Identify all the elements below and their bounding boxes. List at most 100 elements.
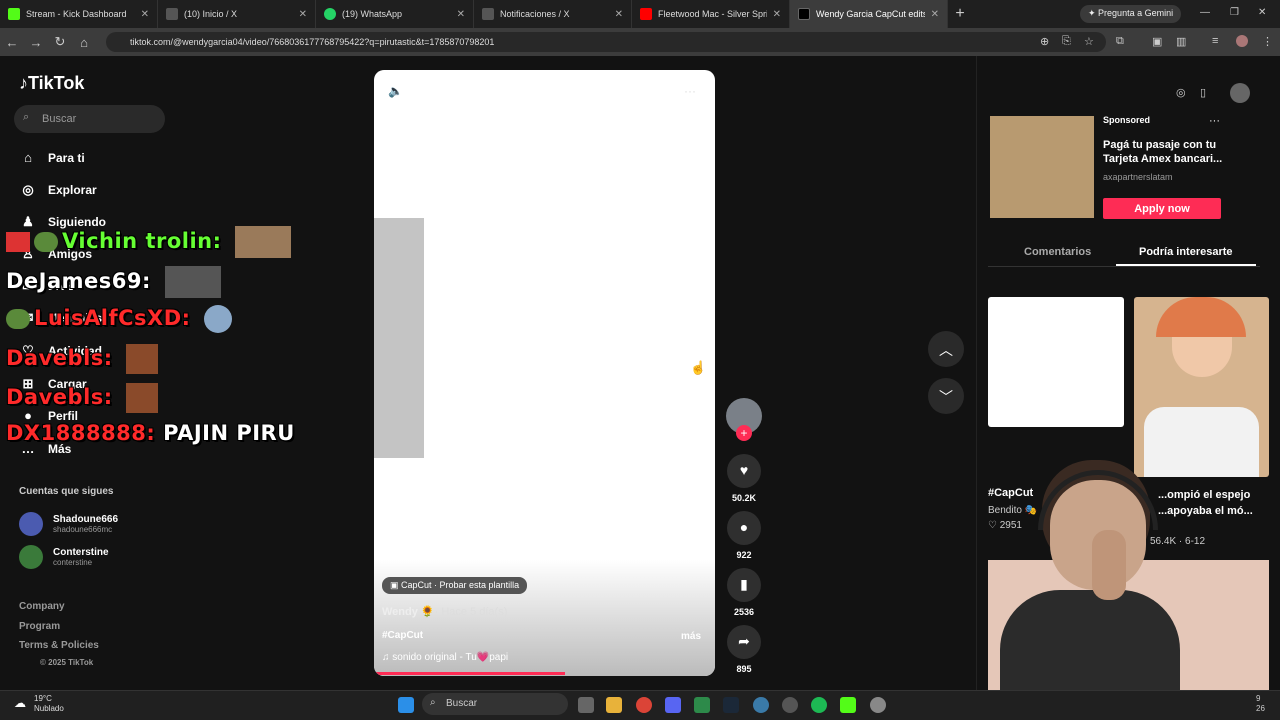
ad-image[interactable] [990,116,1094,218]
install-icon[interactable]: ⎘ [1062,35,1071,48]
share-icon: ➦ [727,625,761,659]
caption-more-link[interactable]: más [681,631,701,642]
video-author[interactable]: Wendy 🌻· Hace 5 día(s) [382,605,507,618]
tabs-divider [988,266,1260,267]
close-icon[interactable]: ✕ [141,9,149,20]
media-icon[interactable]: ≡ [1212,35,1218,47]
cam-shirt [1000,590,1180,690]
close-window-icon[interactable]: ✕ [1258,7,1266,18]
taskbar-clock[interactable]: 9 26 [1256,694,1265,714]
next-video-button[interactable]: ﹀ [928,378,964,414]
more-options-icon[interactable]: ··· [684,84,696,98]
chrome-icon[interactable] [636,697,652,713]
close-icon[interactable]: ✕ [773,9,781,20]
extensions-icon[interactable]: ⧉ [1116,35,1124,48]
sidebar-item-para-ti[interactable]: ⌂ Para ti [19,150,85,165]
share-button[interactable]: ➦ 895 [726,625,762,674]
user-avatar[interactable] [1230,83,1250,103]
taskbar-search[interactable]: ⌕ Buscar [422,693,568,715]
tiktok-logo[interactable]: ♪TikTok [19,73,84,94]
close-icon[interactable]: ✕ [615,9,623,20]
kick-icon [8,8,20,20]
ad-source: axapartnerslatam [1103,172,1173,182]
pepe-badge-icon [34,232,58,252]
tab-x-notificaciones[interactable]: Notificaciones / X ✕ [474,0,632,28]
discord-icon[interactable] [665,697,681,713]
minimize-icon[interactable]: — [1200,7,1210,18]
footer-program[interactable]: Program [19,621,60,632]
reload-icon[interactable]: ↻ [48,34,72,50]
footer-terms[interactable]: Terms & Policies [19,640,99,651]
sparkle-icon: ✦ [1088,8,1099,18]
footer-company[interactable]: Company [19,601,65,612]
close-icon[interactable]: ✕ [299,9,307,20]
steam-icon[interactable] [723,697,739,713]
following-title: Cuentas que sigues [19,486,114,497]
settings-gear-icon[interactable] [870,697,886,713]
video-progress-bar[interactable] [374,672,565,675]
tab-tiktok[interactable]: Wendy Garcia CapCut edits ✕ [790,0,948,28]
tab-comentarios[interactable]: Comentarios [1024,246,1091,258]
avatar [19,512,43,536]
capcut-template-button[interactable]: ▣ CapCut · Probar esta plantilla [382,577,528,594]
search-icon: ⌕ [23,111,30,123]
related-video-thumb[interactable] [988,297,1124,427]
tab-kick[interactable]: Stream - Kick Dashboard ✕ [0,0,158,28]
video-player[interactable]: 🔈 ··· ▣ CapCut · Probar esta plantilla W… [374,70,715,676]
tab-whatsapp[interactable]: (19) WhatsApp ✕ [316,0,474,28]
forward-icon[interactable]: → [24,35,48,50]
maximize-icon[interactable]: ❐ [1230,7,1239,18]
account-conterstine[interactable]: Conterstine conterstine [19,545,109,569]
task-view-icon[interactable] [578,697,594,713]
profile-avatar[interactable] [1236,35,1248,47]
whatsapp-icon [324,8,336,20]
home-icon: ⌂ [24,150,32,165]
tab-podria-interesarte[interactable]: Podría interesarte [1139,246,1233,258]
ad-options-icon[interactable]: ··· [1209,115,1220,127]
cast-icon[interactable]: ▣ [1152,35,1162,48]
sidepanel-icon[interactable]: ▥ [1176,35,1186,48]
compass-icon[interactable]: ◎ [1176,86,1186,99]
youtube-icon [640,8,652,20]
close-icon[interactable]: ✕ [931,9,939,20]
search-icon: ⌕ [430,697,436,708]
previous-video-button[interactable]: ︿ [928,331,964,367]
x-icon [166,8,178,20]
url-field[interactable]: tiktok.com/@wendygarcia04/video/76680361… [106,32,1106,52]
home-icon[interactable]: ⌂ [72,35,96,50]
spotify-icon[interactable] [811,697,827,713]
app-icon[interactable] [694,697,710,713]
close-icon[interactable]: ✕ [457,9,465,20]
gemini-button[interactable]: ✦ Pregunta a Gemini [1080,5,1182,23]
comment-button[interactable]: ● 922 [726,511,762,560]
video-hashtag[interactable]: #CapCut [382,630,423,641]
video-sound[interactable]: ♫ sonido original - Tu💗papi [382,652,508,663]
volume-icon[interactable]: 🔈 [388,84,403,98]
tab-x-inicio[interactable]: (10) Inicio / X ✕ [158,0,316,28]
obs-icon[interactable] [782,697,798,713]
save-button[interactable]: ▮ 2536 [726,568,762,617]
chevron-down-icon: ﹀ [939,389,953,405]
tiktok-icon [798,8,810,20]
follow-plus-icon[interactable]: + [736,425,752,441]
search-input[interactable]: ⌕ Buscar [14,105,165,133]
zoom-icon[interactable]: ⊕ [1040,35,1049,48]
sidebar-item-explorar[interactable]: ◎ Explorar [19,182,96,198]
like-button[interactable]: ♥ 50.2K [726,454,762,503]
chat-message: DX1888888: PAJIN PIRU [6,421,295,445]
menu-dots-icon[interactable]: ⋮ [1262,35,1273,48]
tab-youtube[interactable]: Fleetwood Mac - Silver Springs✕ [632,0,790,28]
phone-icon[interactable]: ▯ [1200,86,1206,99]
windows-start-icon[interactable] [398,697,414,713]
file-explorer-icon[interactable] [606,697,622,713]
ad-text[interactable]: Pagá tu pasaje con tu Tarjeta Amex banca… [1103,138,1223,166]
bookmark-star-icon[interactable]: ☆ [1084,35,1094,48]
back-icon[interactable]: ← [0,35,24,50]
app-icon[interactable] [753,697,769,713]
weather-widget[interactable]: 19°C Nublado [34,694,64,714]
account-shadoune666[interactable]: Shadoune666 shadoune666mc [19,512,118,536]
new-tab-button[interactable]: + [948,5,972,23]
apply-now-button[interactable]: Apply now [1103,198,1221,219]
kick-icon[interactable] [840,697,856,713]
heart-icon: ♥ [727,454,761,488]
